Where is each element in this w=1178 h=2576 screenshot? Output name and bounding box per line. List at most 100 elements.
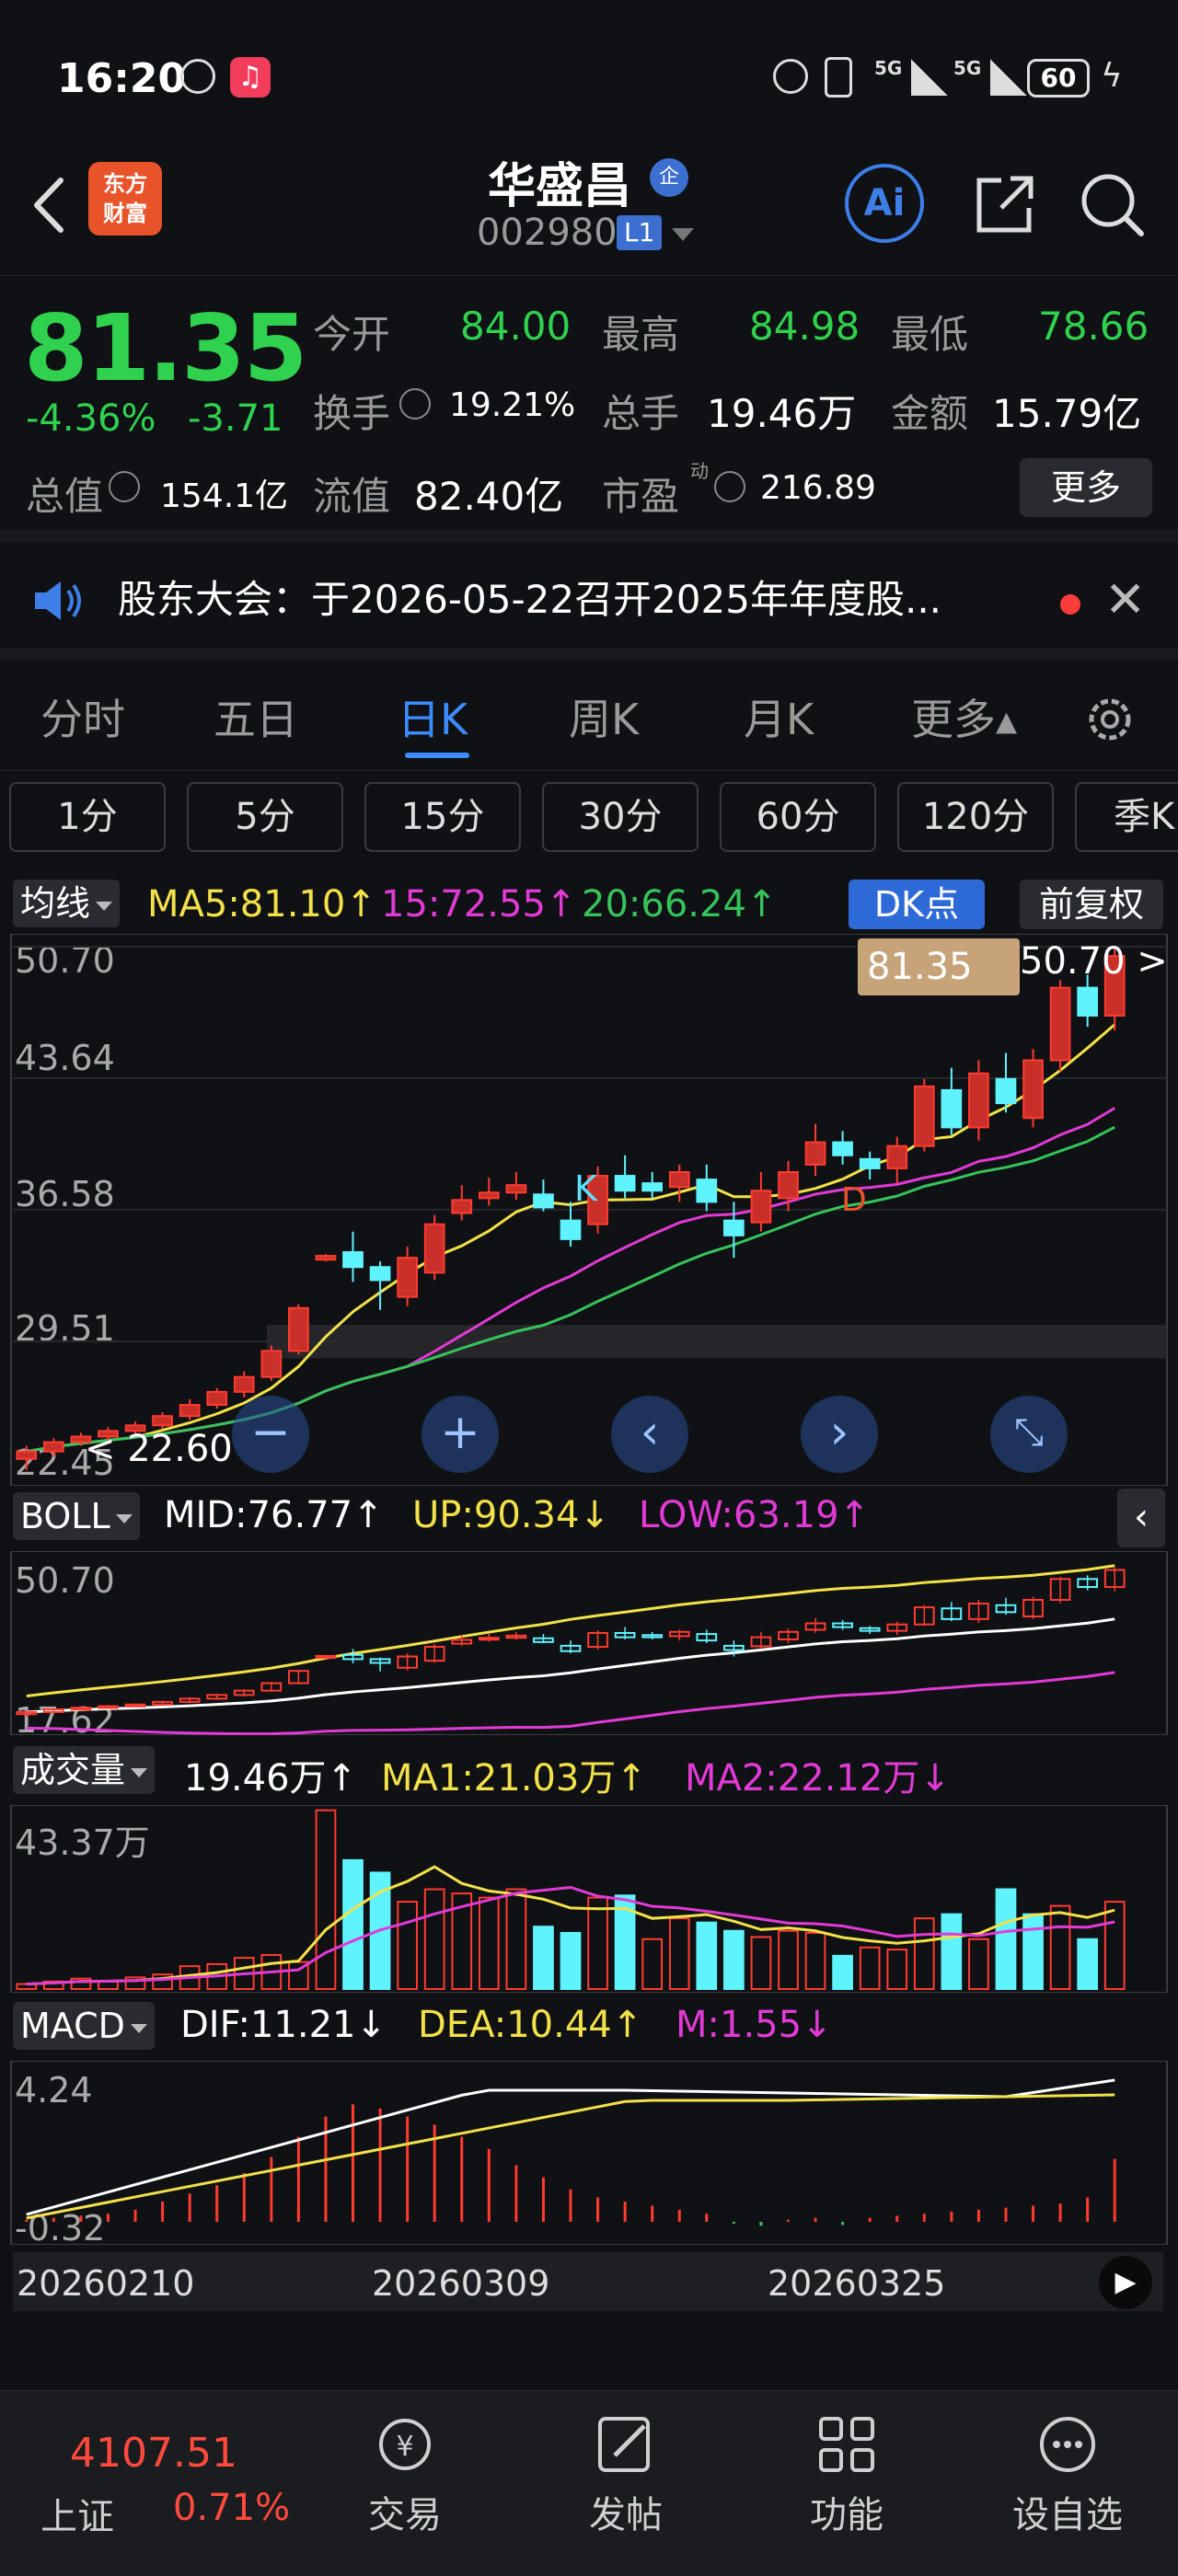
candlestick-chart[interactable]: [0, 934, 1178, 1486]
tab-15min[interactable]: 15分: [364, 782, 521, 852]
more-button[interactable]: 更多: [1020, 458, 1152, 517]
date-label-3: 20260325: [768, 2263, 946, 2304]
nav-functions[interactable]: 功能: [755, 2409, 939, 2538]
play-icon[interactable]: ▶: [1099, 2256, 1152, 2309]
fullscreen-button[interactable]: ⤡: [990, 1396, 1068, 1473]
tab-daily-k[interactable]: 日K: [398, 686, 468, 747]
macd-selector[interactable]: MACD: [13, 2002, 155, 2050]
share-icon[interactable]: [968, 167, 1042, 241]
info-icon[interactable]: [399, 388, 431, 420]
candle-body: [397, 1257, 418, 1298]
tab-intraday[interactable]: 分时: [40, 686, 125, 747]
nav-post-label: 发帖: [589, 2494, 663, 2536]
tab-weekly-k[interactable]: 周K: [569, 686, 639, 747]
unread-dot: [1060, 594, 1080, 615]
level-badge[interactable]: L1: [617, 215, 663, 250]
date-label-1: 20260210: [17, 2263, 195, 2304]
volume-bar: [342, 1858, 364, 1991]
scroll-left-button[interactable]: ‹: [611, 1396, 688, 1473]
volume-bar: [941, 1913, 963, 1990]
zoom-in-button[interactable]: +: [422, 1396, 499, 1473]
d-signal-marker: D: [841, 1181, 867, 1219]
change-amount: -3.71: [188, 397, 283, 440]
candle-body: [1049, 986, 1071, 1062]
chevron-down-icon[interactable]: [672, 228, 694, 241]
current-price: 81.35: [24, 294, 307, 402]
trade-icon: ¥: [370, 2409, 440, 2479]
search-icon[interactable]: [1075, 167, 1149, 241]
bottom-nav: 4107.51 上证 0.71% ¥ 交易 发帖 功能 设自选: [0, 2390, 1178, 2576]
volume-chart: [10, 1805, 1168, 1993]
tab-more[interactable]: 更多▴: [911, 686, 1017, 747]
boll-up: UP:90.34↓: [412, 1494, 610, 1536]
ma-selector[interactable]: 均线: [13, 880, 121, 927]
logo-line-2: 财富: [103, 201, 147, 226]
index-name[interactable]: 上证: [40, 2487, 114, 2540]
grid-icon: [812, 2409, 882, 2479]
info-icon[interactable]: [714, 471, 745, 502]
candle-body: [533, 1193, 554, 1209]
index-value[interactable]: 4107.51: [70, 2430, 237, 2477]
zoom-out-button[interactable]: −: [232, 1396, 309, 1473]
candle-body: [832, 1141, 853, 1156]
amount-value: 15.79亿: [992, 391, 1142, 436]
candle-body: [668, 1171, 690, 1189]
dk-point-button[interactable]: DK点: [849, 880, 985, 929]
close-icon[interactable]: ✕: [1104, 570, 1146, 628]
macd-m: M:1.55↓: [676, 2004, 833, 2046]
nav-post[interactable]: 发帖: [534, 2409, 718, 2538]
volume-selector[interactable]: 成交量: [13, 1746, 156, 1794]
tab-120min[interactable]: 120分: [897, 782, 1054, 852]
tab-five-day[interactable]: 五日: [214, 686, 298, 747]
boll-low: LOW:63.19↑: [639, 1494, 871, 1536]
tab-30min[interactable]: 30分: [542, 782, 699, 852]
notice-bar[interactable]: 股东大会：于2026-05-22召开2025年年度股... ✕: [0, 543, 1178, 661]
tab-60min[interactable]: 60分: [720, 782, 876, 852]
candle-body: [1077, 986, 1099, 1017]
ai-button[interactable]: Ai: [845, 164, 924, 243]
collapse-panel-button[interactable]: ‹: [1117, 1489, 1165, 1547]
open-value: 84.00: [460, 304, 572, 349]
scroll-right-button[interactable]: ›: [801, 1396, 878, 1473]
signal-bars-2: [990, 59, 1027, 96]
forward-adjust-button[interactable]: 前复权: [1020, 880, 1163, 929]
tab-quarterly-k[interactable]: 季K: [1075, 782, 1178, 852]
macd-frame: [10, 2061, 1168, 2245]
candle-body: [16, 1450, 38, 1460]
volume-bar: [668, 1917, 690, 1990]
notice-text: 股东大会：于2026-05-22召开2025年年度股...: [118, 577, 942, 622]
volume-bar: [1103, 1901, 1126, 1990]
speaker-icon: [31, 578, 87, 624]
gesture-icon: [180, 59, 215, 94]
info-icon[interactable]: [109, 471, 140, 502]
nav-watchlist[interactable]: 设自选: [976, 2409, 1160, 2538]
index-change[interactable]: 0.71%: [173, 2487, 290, 2529]
date-axis: 20260210 20260309 20260325 ▶: [13, 2252, 1163, 2311]
chevron-down-icon: [115, 1513, 133, 1524]
battery-icon: 60: [1027, 59, 1090, 98]
tab-monthly-k[interactable]: 月K: [744, 686, 814, 747]
turnover-value: 19.21%: [449, 386, 576, 424]
ma15-value: 15:72.55↑: [381, 883, 577, 926]
back-button[interactable]: [24, 173, 79, 237]
pe-label: 市盈: [602, 474, 680, 519]
latest-price-tag: 81.35: [858, 938, 1020, 995]
nav-trade[interactable]: ¥ 交易: [313, 2409, 497, 2538]
logo-line-1: 东方: [103, 171, 147, 197]
high-value: 84.98: [749, 304, 860, 349]
tab-1min[interactable]: 1分: [9, 782, 166, 852]
candle-body: [152, 1415, 173, 1427]
app-logo: 东方 财富: [88, 162, 162, 236]
nav-functions-label: 功能: [810, 2494, 884, 2536]
volume-bar: [560, 1931, 582, 1990]
tab-5min[interactable]: 5分: [187, 782, 343, 852]
gear-icon[interactable]: [1082, 692, 1138, 747]
stock-code: 002980: [477, 212, 618, 254]
candle-body: [968, 1072, 989, 1129]
open-label: 今开: [313, 312, 391, 357]
macd-dea: DEA:10.44↑: [418, 2004, 643, 2046]
more-dots-icon: [1033, 2409, 1103, 2479]
candle-body: [288, 1306, 309, 1352]
boll-selector[interactable]: BOLL: [13, 1492, 140, 1540]
candle-body: [369, 1266, 391, 1282]
